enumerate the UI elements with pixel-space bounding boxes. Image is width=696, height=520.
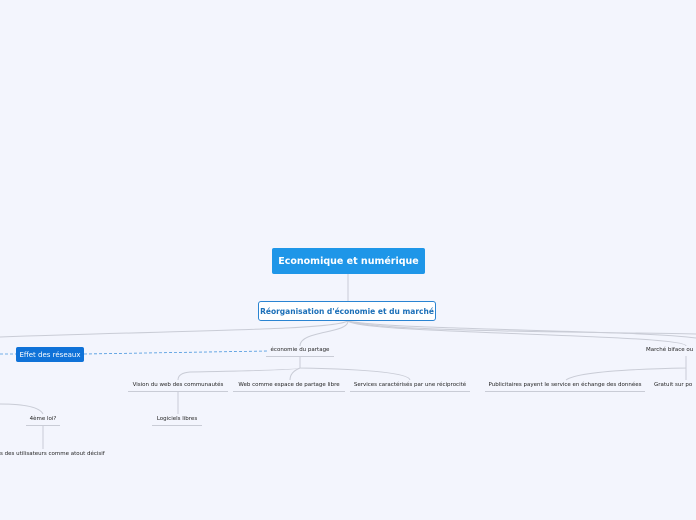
publicitaires-node[interactable]: Publicitaires payent le service en échan… (485, 380, 645, 392)
gratuit-node[interactable]: Gratuit sur po (654, 380, 696, 390)
economie-partage-label: économie du partage (270, 347, 330, 353)
marche-biface-node[interactable]: Marché biface ou (646, 345, 696, 355)
main-topic-label: Réorganisation d'économie et du marché (260, 306, 434, 316)
effet-reseaux-node[interactable]: Effet des réseaux (16, 347, 84, 362)
economie-partage-node[interactable]: économie du partage (266, 345, 334, 357)
utilisateurs-atout-label: s des utilisateurs comme atout décisif (0, 451, 105, 457)
logiciels-libres-node[interactable]: Logiciels libres (152, 414, 202, 426)
services-reciprocite-node[interactable]: Services caractérisés par une réciprocit… (350, 380, 470, 392)
vision-web-node[interactable]: Vision du web des communautés (128, 380, 228, 392)
vision-web-label: Vision du web des communautés (132, 382, 224, 388)
link-main-offscreen-2 (347, 320, 696, 339)
link-biface-publicitaires (565, 356, 687, 381)
logiciels-libres-label: Logiciels libres (156, 416, 198, 422)
link-main-left (0, 320, 349, 338)
link-partage-web (289, 356, 301, 381)
link-partage-services (299, 356, 411, 381)
marche-biface-label: Marché biface ou (646, 347, 694, 353)
link-main-offscreen-1 (347, 320, 696, 335)
link-left-4eme (0, 403, 44, 415)
web-partage-node[interactable]: Web comme espace de partage libre (233, 380, 345, 392)
gratuit-label: Gratuit sur po (654, 382, 693, 388)
root-node[interactable]: Economique et numérique (272, 248, 425, 274)
quatrieme-loi-node[interactable]: 4ème loi? (26, 414, 60, 426)
publicitaires-label: Publicitaires payent le service en échan… (488, 382, 642, 388)
main-topic-node[interactable]: Réorganisation d'économie et du marché (258, 301, 436, 321)
utilisateurs-atout-node[interactable]: s des utilisateurs comme atout décisif (0, 449, 110, 459)
link-main-economie-partage (299, 320, 349, 347)
services-reciprocite-label: Services caractérisés par une réciprocit… (353, 382, 467, 388)
root-node-label: Economique et numérique (278, 255, 419, 267)
quatrieme-loi-label: 4ème loi? (29, 416, 57, 422)
link-partage-vision (177, 356, 301, 381)
effet-reseaux-label: Effet des réseaux (19, 350, 81, 359)
web-partage-label: Web comme espace de partage libre (238, 382, 340, 388)
mind-map-canvas: Economique et numérique Réorganisation d… (0, 0, 696, 520)
